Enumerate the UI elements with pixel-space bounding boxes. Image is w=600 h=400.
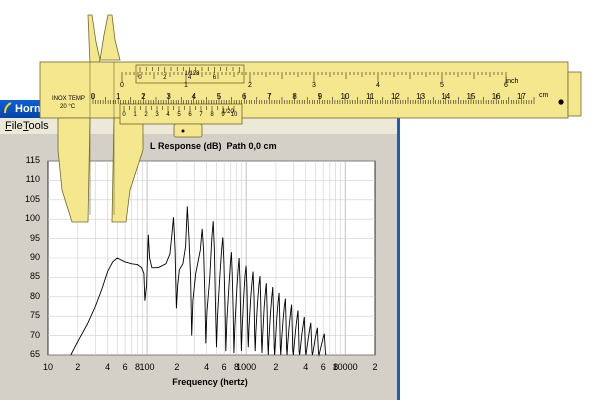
caliper-lower-jaw-moving (111, 117, 144, 223)
inch-unit: inch (505, 78, 519, 85)
y-tick-label: 80 (29, 290, 40, 301)
cm-number: 3 (166, 92, 171, 101)
cm-number: 4 (191, 92, 197, 101)
vernier-bottom-number: 0 (122, 112, 126, 118)
cm-number: 15 (466, 92, 476, 101)
y-tick-label: 90 (29, 252, 40, 262)
x-tick-label: 4 (105, 362, 111, 372)
caliper-body[interactable] (0, 0, 600, 225)
cm-unit: cm (539, 92, 549, 99)
inch-number: 0 (120, 82, 124, 89)
cm-number: 8 (292, 92, 297, 101)
x-tick-label: 10 (42, 362, 54, 372)
caliper-beam-tail (567, 71, 582, 117)
cm-number: 2 (141, 92, 146, 101)
vernier-bottom-label: 1/20 (222, 109, 234, 115)
cm-number: 0 (90, 92, 96, 101)
caliper-lower-jaw-fixed (57, 117, 91, 223)
vernier-bottom-number: 6 (188, 112, 192, 118)
vernier-bottom-number: 1 (133, 112, 137, 118)
inch-number: 5 (440, 82, 444, 89)
vernier-bottom-number: 2 (144, 112, 148, 118)
cm-number: 12 (390, 92, 400, 101)
y-tick-label: 65 (29, 349, 40, 359)
vernier-bottom-number: 7 (199, 112, 203, 118)
x-tick-label: 2 (75, 362, 81, 372)
x-tick-label: 2 (372, 362, 378, 372)
y-tick-label: 85 (29, 271, 40, 282)
x-tick-label: 4 (303, 362, 309, 372)
caliper-upper-jaw-fixed (87, 14, 101, 65)
cm-number: 6 (241, 92, 247, 101)
inch-number: 3 (312, 82, 316, 89)
vernier-top-number: 6 (212, 75, 217, 81)
vernier-caliper[interactable]: INOX TEMP 20 °C 0 1 2 3 4 5 6 7 8 9 10 11 12 13 14 15 16… (0, 0, 600, 225)
cm-number: 1 (115, 92, 121, 101)
inch-number: 4 (376, 82, 380, 89)
caliper-thumb-dot (181, 129, 185, 133)
x-tick-label: 4 (204, 362, 210, 372)
y-tick-label: 70 (29, 329, 40, 340)
caliper-label-material: INOX TEMP (52, 96, 85, 102)
cm-number: 17 (516, 92, 526, 101)
cm-number: 14 (441, 92, 451, 101)
vernier-top-number: 0 (138, 75, 142, 81)
x-tick-label: 2 (273, 362, 279, 372)
cm-number: 16 (491, 92, 501, 101)
caliper-screw-dot (558, 99, 564, 105)
vernier-top-number: 2 (163, 75, 167, 81)
cm-number: 7 (267, 92, 272, 101)
x-axis-title: Frequency (hertz) (172, 377, 248, 387)
caliper-upper-jaw-moving (99, 14, 121, 61)
cm-number: 9 (317, 92, 323, 101)
caliper-label-temp: 20 °C (60, 104, 76, 110)
vernier-bottom-number: 8 (210, 112, 214, 118)
x-tick-label: 1000 (236, 362, 257, 372)
y-tick-label: 95 (29, 232, 40, 243)
x-tick-label: 6 (221, 362, 227, 372)
inch-number: 2 (248, 82, 252, 89)
x-tick-label: 2 (174, 362, 180, 372)
cm-number: 13 (416, 92, 426, 101)
cm-number: 11 (366, 92, 375, 101)
inch-number: 1 (184, 82, 188, 89)
vernier-bottom-number: 4 (166, 112, 170, 118)
cm-number: 5 (216, 92, 222, 101)
y-tick-label: 75 (29, 310, 40, 321)
x-tick-label: 10000 (332, 362, 358, 372)
cm-number: 10 (340, 92, 350, 101)
vernier-top-label: 1/128 (184, 71, 200, 77)
vernier-bottom-number: 5 (177, 112, 181, 118)
caliper-main-beam (39, 61, 569, 119)
x-tick-label: 100 (139, 362, 155, 372)
caliper-thumb-button[interactable] (173, 123, 203, 138)
x-tick-label: 6 (320, 362, 326, 372)
vernier-bottom-number: 3 (155, 112, 159, 118)
x-tick-label: 6 (122, 362, 128, 372)
